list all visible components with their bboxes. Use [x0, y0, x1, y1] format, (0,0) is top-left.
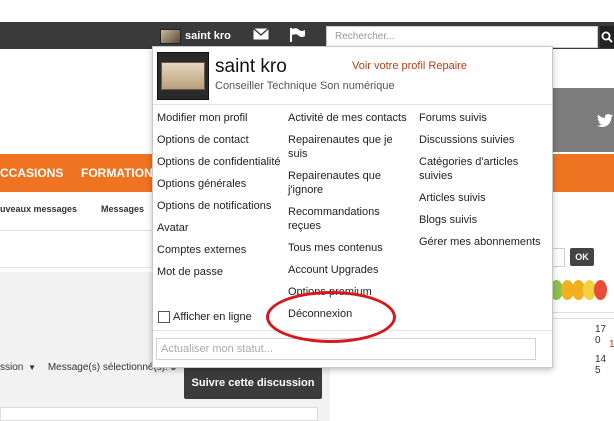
- menu-link-formation[interactable]: FORMATION: [81, 166, 153, 180]
- menu-item-watched-threads[interactable]: Discussions suivies: [419, 133, 547, 147]
- top-strip: [0, 0, 614, 22]
- menu-link-occasions[interactable]: CCASIONS: [0, 166, 63, 180]
- menu-item-avatar[interactable]: Avatar: [157, 221, 285, 235]
- stat-value: 14 5: [595, 354, 607, 376]
- ok-button[interactable]: OK: [570, 248, 594, 266]
- menu-item-watched-blogs[interactable]: Blogs suivis: [419, 213, 547, 227]
- menu-item-manage-subscriptions[interactable]: Gérer mes abonnements: [419, 235, 547, 249]
- avatar[interactable]: [157, 52, 209, 100]
- user-thumbnail: [160, 28, 181, 44]
- menu-item-following[interactable]: Repairenautes que je suis: [288, 133, 414, 161]
- search-icon: [601, 31, 613, 43]
- mail-icon[interactable]: [253, 27, 271, 43]
- avatar-image: [161, 62, 205, 90]
- nav-user-menu[interactable]: saint kro: [160, 26, 231, 46]
- filter-dropdown[interactable]: ssion: [0, 362, 23, 373]
- follow-discussion-button[interactable]: Suivre cette discussion: [184, 367, 322, 399]
- menu-item-password[interactable]: Mot de passe: [157, 265, 285, 279]
- menu-column-settings: Modifier mon profil Options de contact O…: [157, 111, 285, 287]
- rating-dots: [550, 280, 607, 300]
- divider: [153, 104, 552, 105]
- menu-item-watched-categories[interactable]: Catégories d'articles suivies: [419, 155, 547, 183]
- selected-label: Message(s) sélectionné(s):: [47, 362, 168, 373]
- divider: [552, 318, 614, 319]
- dropdown-username[interactable]: saint kro: [215, 56, 287, 78]
- subnav-messages[interactable]: Messages: [101, 204, 144, 214]
- menu-item-privacy[interactable]: Options de confidentialité: [157, 155, 285, 169]
- menu-item-my-content[interactable]: Tous mes contenus: [288, 241, 414, 255]
- menu-item-edit-profile[interactable]: Modifier mon profil: [157, 111, 285, 125]
- view-profile-link[interactable]: Voir votre profil Repaire: [352, 60, 467, 72]
- menu-item-watched-forums[interactable]: Forums suivis: [419, 111, 547, 125]
- menu-item-ignoring[interactable]: Repairenautes que j'ignore: [288, 169, 414, 197]
- menu-item-general-options[interactable]: Options générales: [157, 177, 285, 191]
- highlight-circle: [266, 291, 396, 343]
- menu-column-subscriptions: Forums suivis Discussions suivies Catégo…: [419, 111, 547, 257]
- nav-username: saint kro: [185, 30, 231, 42]
- stat-value: 1: [609, 339, 614, 350]
- online-checkbox[interactable]: [158, 311, 170, 323]
- search-input[interactable]: Rechercher...: [326, 26, 598, 48]
- menu-item-contacts-activity[interactable]: Activité de mes contacts: [288, 111, 414, 125]
- rating-dot: [594, 280, 607, 300]
- menu-item-account-upgrades[interactable]: Account Upgrades: [288, 263, 414, 277]
- menu-item-contact-options[interactable]: Options de contact: [157, 133, 285, 147]
- show-online-toggle[interactable]: Afficher en ligne: [158, 311, 252, 323]
- divider: [552, 312, 614, 313]
- menu-item-external-accounts[interactable]: Comptes externes: [157, 243, 285, 257]
- message-list: [0, 407, 318, 421]
- chevron-down-icon[interactable]: ▼: [28, 363, 36, 372]
- search-button[interactable]: [600, 26, 614, 48]
- subnav-new-messages[interactable]: uveaux messages: [0, 204, 77, 214]
- user-title: Conseiller Technique Son numérique: [215, 80, 395, 92]
- menu-item-notifications[interactable]: Options de notifications: [157, 199, 285, 213]
- menu-item-recommendations[interactable]: Recommandations reçues: [288, 205, 414, 233]
- flag-icon[interactable]: [289, 28, 307, 43]
- menu-item-watched-articles[interactable]: Articles suivis: [419, 191, 547, 205]
- online-label: Afficher en ligne: [173, 311, 252, 323]
- discussion-controls: ssion ▼ Message(s) sélectionné(s): 0: [0, 362, 176, 373]
- breadcrumb-row: [0, 230, 153, 268]
- twitter-icon[interactable]: [597, 114, 613, 132]
